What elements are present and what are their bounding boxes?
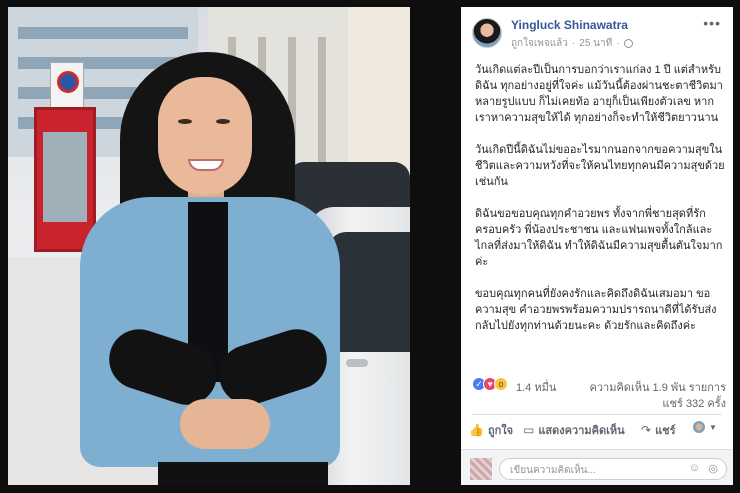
handbag <box>158 462 328 485</box>
post-paragraph: วันเกิดแต่ละปีเป็นการบอกว่าเราแก่ลง 1 ปี… <box>475 64 723 124</box>
reaction-count[interactable]: 1.4 หมื่น <box>516 378 556 396</box>
comment-input[interactable]: เขียนความคิดเห็น... ☺ ◎ <box>499 458 727 480</box>
post-paragraph: ขอบคุณทุกคนที่ยังคงรักและคิดถึงดิฉันเสมอ… <box>475 288 717 332</box>
share-label: แชร์ <box>655 425 676 437</box>
share-count[interactable]: แชร์ 332 ครั้ง <box>662 394 726 412</box>
comment-composer: เขียนความคิดเห็น... ☺ ◎ <box>461 449 733 485</box>
more-options-icon[interactable]: ••• <box>703 15 721 31</box>
post-panel: Yingluck Shinawatra ถูกใจเพจแล้ว · 25 นา… <box>461 7 733 485</box>
author-name[interactable]: Yingluck Shinawatra <box>511 18 628 32</box>
meta-separator: · <box>616 38 620 49</box>
post-photo[interactable] <box>8 7 410 485</box>
divider <box>472 414 722 415</box>
share-arrow-icon: ↷ <box>641 423 652 437</box>
post-header: Yingluck Shinawatra ถูกใจเพจแล้ว · 25 นา… <box>461 7 733 55</box>
sticker-icon[interactable]: ◎ <box>708 462 718 475</box>
chevron-down-icon: ▼ <box>709 422 717 432</box>
like-label: ถูกใจ <box>487 425 514 437</box>
reaction-icons[interactable]: ✓ ♥ o <box>472 377 508 391</box>
thumbs-up-icon: 👍 <box>469 423 484 437</box>
no-parking-sign <box>50 62 84 108</box>
commenter-avatar <box>470 458 492 480</box>
action-bar: 👍 ถูกใจ ▭ แสดงความคิดเห็น ↷ แชร์ ▼ <box>461 421 733 441</box>
share-button[interactable]: ↷ แชร์ <box>641 421 676 439</box>
comment-placeholder: เขียนความคิดเห็น... <box>510 465 596 476</box>
car-door-handle <box>346 359 368 367</box>
mini-avatar <box>693 421 705 433</box>
comment-label: แสดงความคิดเห็น <box>538 425 625 437</box>
woman-hands <box>180 399 270 449</box>
post-meta: ถูกใจเพจแล้ว · 25 นาที · <box>511 36 633 51</box>
comment-icon: ▭ <box>523 423 535 437</box>
page-liked-label[interactable]: ถูกใจเพจแล้ว <box>511 36 568 51</box>
post-text: วันเกิดแต่ละปีเป็นการบอกว่าเราแก่ลง 1 ปี… <box>475 62 725 350</box>
car-window <box>328 232 410 352</box>
wow-icon: o <box>494 377 508 391</box>
reactions-bar: ✓ ♥ o 1.4 หมื่น ความคิดเห็น 1.9 พัน รายก… <box>472 377 726 410</box>
post-as-selector[interactable]: ▼ <box>693 421 717 433</box>
red-phone-booth <box>34 107 96 252</box>
comment-button[interactable]: ▭ แสดงความคิดเห็น <box>523 421 625 439</box>
meta-separator: · <box>571 38 576 49</box>
like-button[interactable]: 👍 ถูกใจ <box>469 421 513 439</box>
emoji-icon[interactable]: ☺ <box>689 462 700 474</box>
author-avatar[interactable] <box>472 18 502 48</box>
background-building-right <box>348 7 410 177</box>
post-paragraph: ดิฉันขอขอบคุณทุกคำอวยพร ทั้งจากพี่ชายสุด… <box>475 208 723 268</box>
woman-face <box>158 77 252 195</box>
post-paragraph: วันเกิดปีนี้ดิฉันไม่ขออะไรมากนอกจากขอควา… <box>475 144 725 188</box>
globe-icon <box>623 39 633 48</box>
post-time[interactable]: 25 นาที <box>579 36 612 51</box>
